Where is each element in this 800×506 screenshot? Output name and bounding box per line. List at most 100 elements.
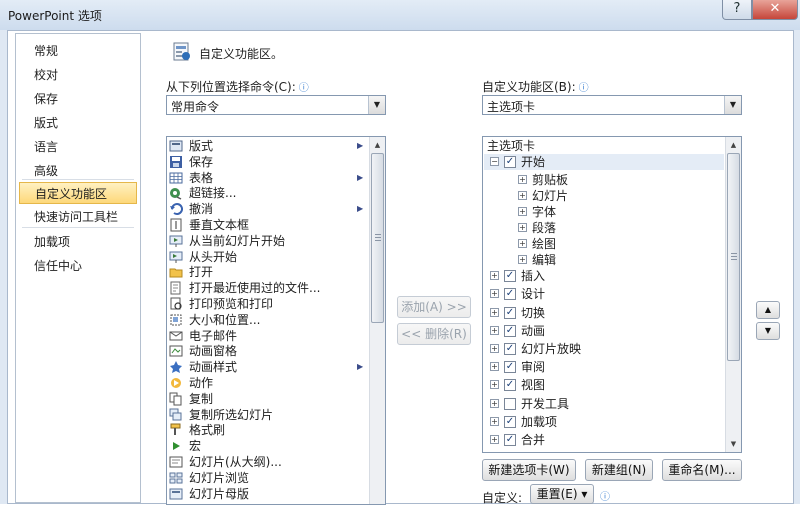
command-item[interactable]: 动画窗格	[167, 343, 367, 359]
command-item[interactable]: 从头开始	[167, 249, 367, 265]
expand-icon[interactable]: +	[518, 191, 527, 201]
tree-tab-item[interactable]: + ✓ 加载项	[484, 414, 724, 430]
expand-icon[interactable]: +	[490, 435, 499, 444]
expand-icon[interactable]: +	[490, 344, 499, 353]
expand-icon[interactable]: +	[490, 416, 499, 426]
tree-tab-item[interactable]: + ✓ 设计	[484, 286, 724, 302]
command-item[interactable]: 幻灯片(从大纲)...	[167, 454, 367, 470]
tab-checkbox[interactable]: ✓	[504, 415, 516, 428]
command-item[interactable]: 打印预览和打印	[167, 296, 367, 312]
move-down-button[interactable]: ▼	[756, 322, 780, 340]
nav-item-layout[interactable]: 版式	[19, 112, 137, 134]
command-item[interactable]: 从当前幻灯片开始	[167, 233, 367, 249]
close-button[interactable]: ✕	[752, 0, 798, 20]
command-item[interactable]: 保存	[167, 154, 367, 170]
chevron-down-icon[interactable]: ▼	[724, 96, 741, 114]
ribbon-tree-scrollbar[interactable]: ▲ ▼	[725, 137, 741, 452]
ribbon-tree[interactable]: 主选项卡 − ✓ 开始 + 剪贴板 + 幻灯片 + 字体 + 段落 + 绘图 + 编辑 + ✓ 插入 + ✓ 设计 + ✓ 切…	[482, 136, 742, 453]
command-item[interactable]: 动画样式 ▶	[167, 359, 367, 375]
command-item[interactable]: 垂直文本框	[167, 217, 367, 233]
scroll-up-icon[interactable]: ▲	[726, 137, 741, 153]
nav-item-add-ins[interactable]: 加载项	[19, 231, 137, 253]
expand-icon[interactable]: +	[518, 239, 527, 249]
tree-tab-item[interactable]: + 开发工具	[484, 396, 724, 412]
add-button[interactable]: 添加(A) >>	[397, 296, 471, 318]
command-item[interactable]: 打开最近使用过的文件...	[167, 280, 367, 296]
command-item[interactable]: 超链接...	[167, 185, 367, 201]
tab-checkbox[interactable]: ✓	[504, 361, 516, 374]
tree-group-item[interactable]: + 字体	[484, 204, 724, 220]
nav-item-proofing[interactable]: 校对	[19, 64, 137, 86]
expand-icon[interactable]: +	[518, 207, 527, 217]
nav-item-customize-ribbon[interactable]: 自定义功能区	[19, 182, 137, 204]
scrollbar-thumb[interactable]	[727, 153, 740, 361]
expand-icon[interactable]: +	[490, 362, 499, 372]
reset-button[interactable]: 重置(E) ▾	[530, 484, 594, 504]
tab-checkbox[interactable]: ✓	[504, 270, 516, 283]
tab-checkbox[interactable]: ✓	[504, 324, 516, 337]
tab-checkbox[interactable]: ✓	[504, 434, 516, 446]
nav-item-quick-access-toolbar[interactable]: 快速访问工具栏	[19, 206, 137, 228]
nav-item-trust-center[interactable]: 信任中心	[19, 255, 137, 277]
tab-checkbox[interactable]	[504, 397, 516, 410]
command-item[interactable]: 格式刷	[167, 422, 367, 438]
command-item[interactable]: 撤消 ▶	[167, 201, 367, 217]
command-item[interactable]: 电子邮件	[167, 328, 367, 344]
tree-tab-item[interactable]: + ✓ 合并	[484, 432, 724, 448]
nav-item-language[interactable]: 语言	[19, 136, 137, 158]
scroll-down-icon[interactable]: ▼	[726, 436, 741, 452]
tab-checkbox[interactable]: ✓	[504, 156, 516, 168]
help-button[interactable]: ?	[722, 0, 752, 20]
choose-commands-dropdown[interactable]: 常用命令 ▼	[166, 95, 386, 115]
chevron-down-icon[interactable]: ▼	[368, 96, 385, 114]
commands-list[interactable]: 版式 ▶ 保存 表格 ▶ 超链接... 撤消 ▶ 垂直文本框 从当前幻灯片开始 从头开始 打开 打开最近…	[166, 136, 386, 505]
tab-checkbox[interactable]: ✓	[504, 343, 516, 355]
command-item[interactable]: 表格 ▶	[167, 170, 367, 186]
command-item[interactable]: 版式 ▶	[167, 138, 367, 154]
expand-icon[interactable]: +	[518, 175, 527, 185]
tree-group-item[interactable]: + 绘图	[484, 236, 724, 252]
tree-tab-item[interactable]: + ✓ 幻灯片放映	[484, 341, 724, 357]
tab-checkbox[interactable]: ✓	[504, 306, 516, 319]
collapse-icon[interactable]: −	[490, 157, 499, 166]
tree-tab-item[interactable]: + ✓ 动画	[484, 323, 724, 339]
tab-checkbox[interactable]: ✓	[504, 288, 516, 301]
tree-tab-item[interactable]: + ✓ 视图	[484, 377, 724, 393]
new-tab-button[interactable]: 新建选项卡(W)	[482, 459, 576, 481]
ribbon-tabs-dropdown[interactable]: 主选项卡 ▼	[482, 95, 742, 115]
command-item[interactable]: 复制所选幻灯片	[167, 407, 367, 423]
expand-icon[interactable]: +	[490, 325, 499, 335]
tab-checkbox[interactable]: ✓	[504, 379, 516, 392]
move-up-button[interactable]: ▲	[756, 301, 780, 319]
tree-tab-item[interactable]: − ✓ 开始	[484, 154, 724, 170]
rename-button[interactable]: 重命名(M)...	[662, 459, 742, 481]
tree-tab-item[interactable]: + ✓ 审阅	[484, 359, 724, 375]
command-item[interactable]: 幻灯片浏览	[167, 470, 367, 486]
command-item[interactable]: 大小和位置...	[167, 312, 367, 328]
expand-icon[interactable]: +	[490, 398, 499, 408]
nav-item-save[interactable]: 保存	[19, 88, 137, 110]
command-item[interactable]: 动作	[167, 375, 367, 391]
scrollbar-thumb[interactable]	[371, 153, 384, 323]
tree-tab-item[interactable]: + ✓ 插入	[484, 268, 724, 284]
expand-icon[interactable]: +	[518, 255, 527, 265]
tree-tab-item[interactable]: + ✓ 切换	[484, 305, 724, 321]
nav-item-general[interactable]: 常规	[19, 40, 137, 62]
tree-group-item[interactable]: + 幻灯片	[484, 188, 724, 204]
tree-group-item[interactable]: + 段落	[484, 220, 724, 236]
new-group-button[interactable]: 新建组(N)	[585, 459, 653, 481]
expand-icon[interactable]: +	[490, 289, 499, 299]
expand-icon[interactable]: +	[490, 307, 499, 317]
command-item[interactable]: 幻灯片母版	[167, 486, 367, 502]
command-item[interactable]: 复制	[167, 391, 367, 407]
command-item[interactable]: 宏	[167, 438, 367, 454]
command-item[interactable]: 打开	[167, 264, 367, 280]
remove-button[interactable]: << 删除(R)	[397, 323, 471, 345]
expand-icon[interactable]: +	[490, 271, 499, 281]
scroll-up-icon[interactable]: ▲	[370, 137, 385, 153]
tree-group-item[interactable]: + 剪贴板	[484, 172, 724, 188]
expand-icon[interactable]: +	[490, 380, 499, 390]
expand-icon[interactable]: +	[518, 223, 527, 233]
tree-group-item[interactable]: + 编辑	[484, 252, 724, 268]
commands-list-scrollbar[interactable]: ▲	[369, 137, 385, 504]
